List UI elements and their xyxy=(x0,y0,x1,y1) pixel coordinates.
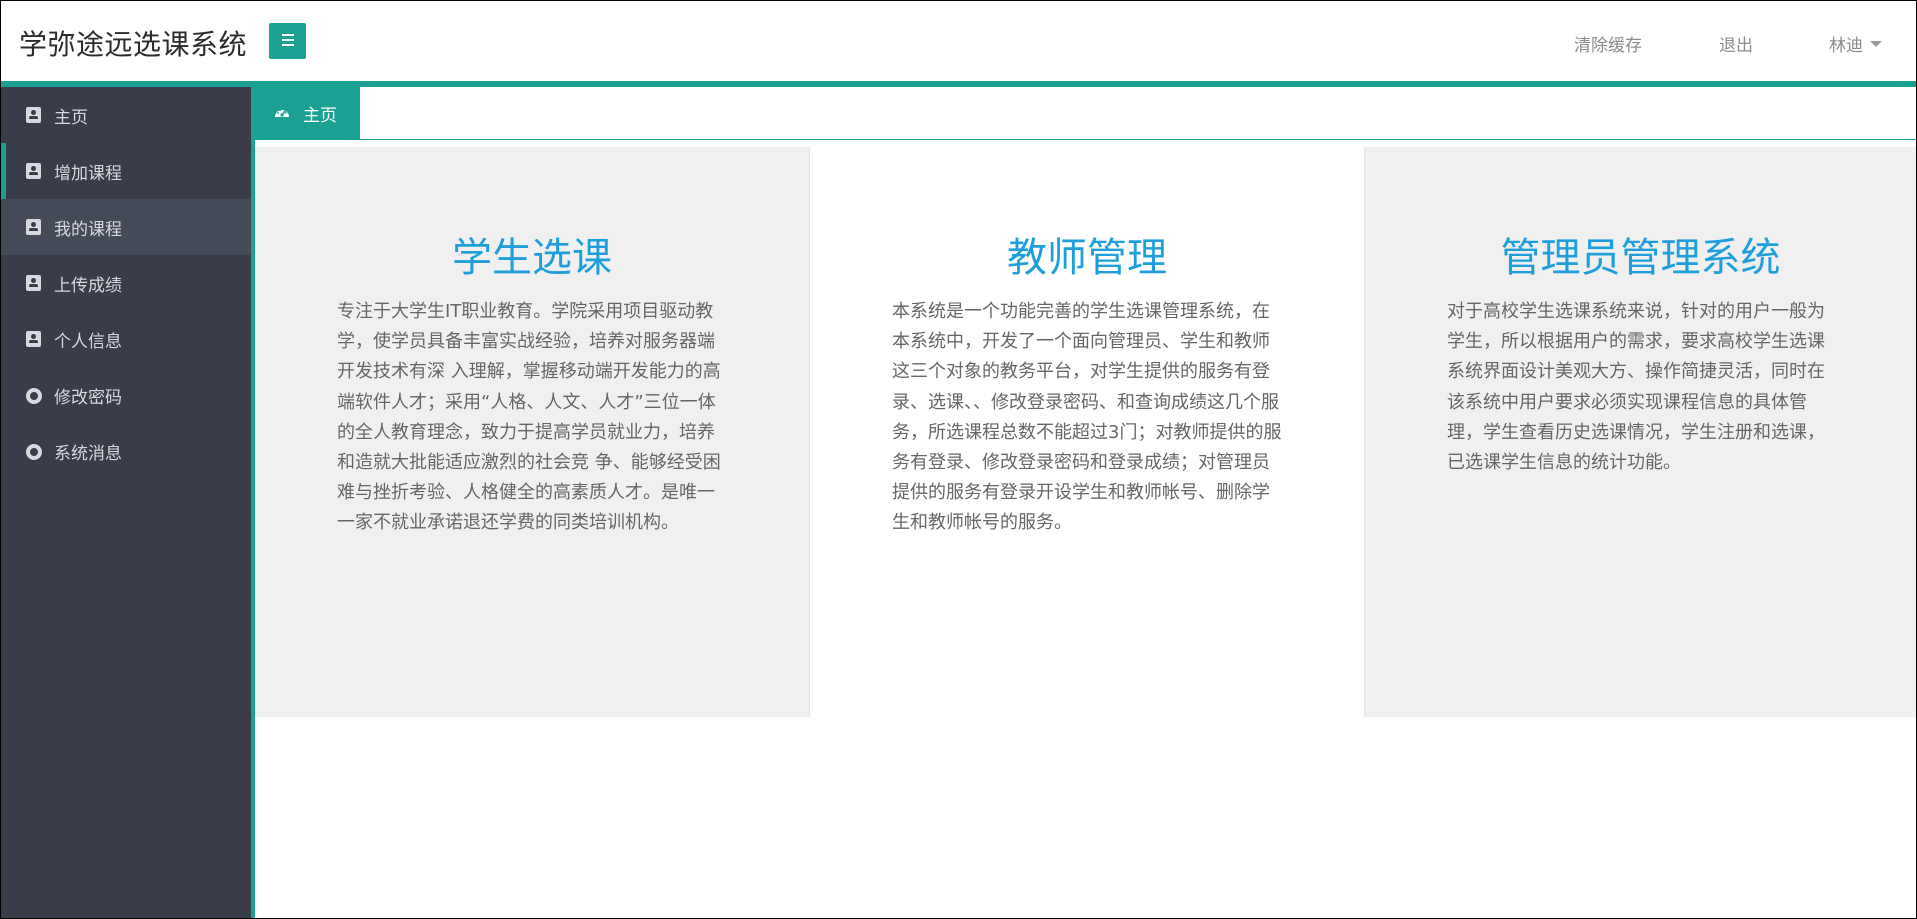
dashboard-icon xyxy=(275,109,289,117)
tab-label: 主页 xyxy=(303,106,337,126)
panel-title: 教师管理 xyxy=(1007,235,1167,281)
sidebar-item-label: 个人信息 xyxy=(54,332,122,352)
user-menu[interactable]: 林迪 xyxy=(1829,31,1882,56)
sidebar-item-label: 上传成绩 xyxy=(54,276,122,296)
app-title: 学弥途远选课系统 xyxy=(19,28,248,61)
main-content: 学生选课 专注于大学生IT职业教育。学院采用项目驱动教学，使学员具备丰富实战经验… xyxy=(255,147,1916,717)
sidebar-item-my-courses[interactable]: 我的课程 xyxy=(1,199,251,255)
sidebar-item-profile[interactable]: 个人信息 xyxy=(1,311,251,367)
contact-card-icon xyxy=(26,107,41,123)
hamburger-icon xyxy=(282,34,294,36)
sidebar-item-label: 主页 xyxy=(54,108,88,128)
panel-title: 学生选课 xyxy=(452,235,612,281)
panel-student-course-selection: 学生选课 专注于大学生IT职业教育。学院采用项目驱动教学，使学员具备丰富实战经验… xyxy=(255,147,809,717)
logout-link[interactable]: 退出 xyxy=(1719,31,1753,56)
sidebar: 主页 增加课程 我的课程 上传成绩 个人信息 修改密码 系统消息 xyxy=(1,87,251,918)
circle-icon xyxy=(26,444,42,460)
sidebar-item-add-course[interactable]: 增加课程 xyxy=(1,143,251,199)
panel-title: 管理员管理系统 xyxy=(1500,235,1781,281)
browser-frame: 学弥途远选课系统 清除缓存 退出 林迪 主页 增加课程 我的课程 上传成绩 个人… xyxy=(0,0,1917,919)
contact-card-icon xyxy=(26,163,41,179)
tab-bar xyxy=(255,87,1916,140)
sidebar-item-label: 增加课程 xyxy=(54,164,122,184)
sidebar-item-change-password[interactable]: 修改密码 xyxy=(1,367,251,423)
sidebar-item-upload-grades[interactable]: 上传成绩 xyxy=(1,255,251,311)
sidebar-item-system-messages[interactable]: 系统消息 xyxy=(1,423,251,479)
panel-admin-system: 管理员管理系统 对于高校学生选课系统来说，针对的用户一般为学生，所以根据用户的需… xyxy=(1365,147,1916,717)
sidebar-item-home[interactable]: 主页 xyxy=(1,87,251,143)
panel-text: 本系统是一个功能完善的学生选课管理系统，在本系统中，开发了一个面向管理员、学生和… xyxy=(892,301,1282,534)
sidebar-item-label: 修改密码 xyxy=(54,388,122,408)
top-header: 学弥途远选课系统 清除缓存 退出 林迪 xyxy=(1,1,1916,81)
caret-down-icon xyxy=(1870,41,1882,47)
user-name: 林迪 xyxy=(1829,36,1863,56)
circle-icon xyxy=(26,388,42,404)
panel-teacher-management: 教师管理 本系统是一个功能完善的学生选课管理系统，在本系统中，开发了一个面向管理… xyxy=(809,147,1365,717)
sidebar-item-label: 我的课程 xyxy=(54,220,122,240)
panel-text: 专注于大学生IT职业教育。学院采用项目驱动教学，使学员具备丰富实战经验，培养对服… xyxy=(337,301,721,534)
contact-card-icon xyxy=(26,219,41,235)
tab-home[interactable]: 主页 xyxy=(255,87,360,139)
sidebar-item-label: 系统消息 xyxy=(54,444,122,464)
contact-card-icon xyxy=(26,331,41,347)
contact-card-icon xyxy=(26,275,41,291)
clear-cache-link[interactable]: 清除缓存 xyxy=(1574,31,1642,56)
panel-text: 对于高校学生选课系统来说，针对的用户一般为学生，所以根据用户的需求，要求高校学生… xyxy=(1447,301,1825,474)
menu-toggle-button[interactable] xyxy=(269,23,306,59)
